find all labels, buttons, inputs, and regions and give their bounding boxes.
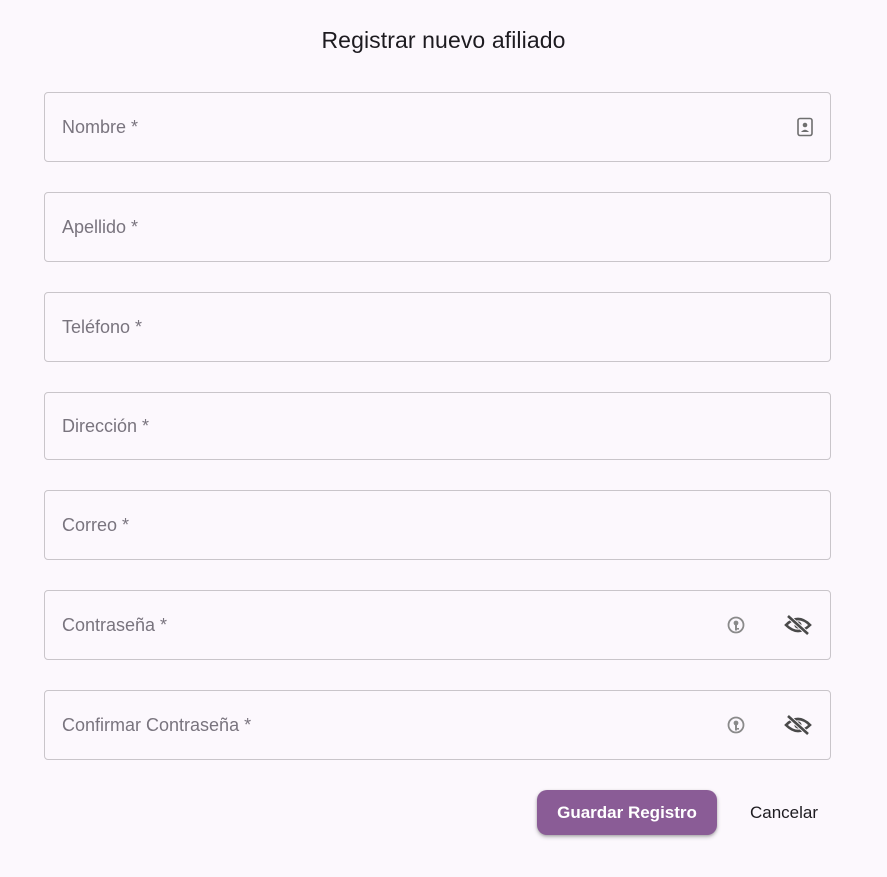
telefono-field[interactable] [44,292,831,362]
dialog-title: Registrar nuevo afiliado [321,27,566,53]
contrasena-input[interactable] [45,591,830,659]
contact-card-icon [796,117,814,137]
apellido-field[interactable] [44,192,831,262]
dialog-actions: Guardar Registro Cancelar [0,790,887,836]
direccion-field[interactable] [44,392,831,460]
save-record-button[interactable]: Guardar Registro [537,790,717,835]
eye-off-icon[interactable] [784,714,812,736]
register-affiliate-dialog: Registrar nuevo afiliado Nombre * Apelli… [0,0,887,877]
confirmar-contrasena-field[interactable] [44,690,831,760]
direccion-input[interactable] [45,393,830,459]
eye-off-icon[interactable] [784,614,812,636]
telefono-input[interactable] [45,293,830,361]
password-key-icon[interactable] [726,714,746,736]
correo-input[interactable] [45,491,830,559]
password-key-icon[interactable] [726,614,746,636]
apellido-input[interactable] [45,193,830,261]
correo-field[interactable] [44,490,831,560]
contrasena-field[interactable] [44,590,831,660]
nombre-input[interactable] [45,93,830,161]
confirmar-contrasena-input[interactable] [45,691,830,759]
cancel-button[interactable]: Cancelar [735,790,833,835]
nombre-field[interactable] [44,92,831,162]
